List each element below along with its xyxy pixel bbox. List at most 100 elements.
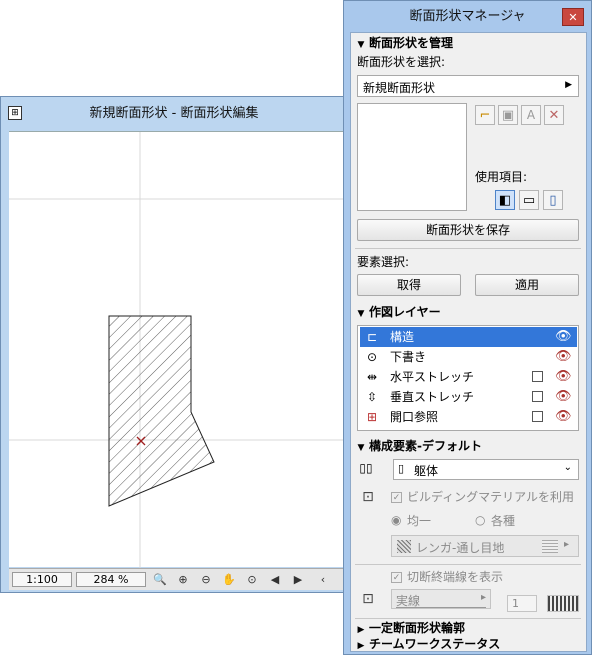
use-building-material-checkbox[interactable]: ✓: [391, 492, 402, 503]
delete-profile-icon[interactable]: ✕: [544, 105, 564, 125]
constant-profile-section-title: 一定断面形状輪郭: [369, 621, 466, 635]
use-building-material-label: ビルディングマテリアルを利用: [407, 490, 575, 504]
new-profile-icon[interactable]: ⌐: [475, 105, 495, 125]
component-type-value: 躯体: [414, 464, 439, 478]
draft-icon: ⊙: [366, 350, 378, 364]
previous-zoom-icon[interactable]: ◀: [265, 571, 285, 588]
eye-icon[interactable]: 👁: [555, 407, 572, 427]
wall-usage-icon[interactable]: ◧: [495, 190, 515, 210]
profile-manager-palette: 断面形状マネージャ ✕ ▼ 断面形状を管理 断面形状を選択: 新規断面形状 ▶ ⌐…: [343, 0, 592, 655]
horizontal-stretch-icon: ⇹: [366, 370, 378, 384]
divider: [355, 248, 581, 249]
beam-usage-icon[interactable]: ▭: [519, 190, 539, 210]
collapse-triangle-icon: ▼: [357, 443, 365, 453]
fit-in-window-icon[interactable]: ⊙: [242, 571, 262, 588]
layer-checkbox[interactable]: [532, 371, 543, 382]
layer-checkbox[interactable]: [532, 391, 543, 402]
expand-triangle-icon: ▶: [357, 641, 365, 651]
manage-section-header[interactable]: ▼ 断面形状を管理: [353, 34, 583, 52]
show-cut-lines-label: 切断終端線を表示: [407, 570, 504, 584]
profile-drawing: [9, 132, 346, 568]
duplicate-profile-icon[interactable]: ▣: [498, 105, 518, 125]
radio-various[interactable]: ○: [475, 513, 485, 527]
eye-icon[interactable]: 👁: [555, 387, 572, 407]
line-type-selector[interactable]: 実線 ▸: [391, 589, 491, 609]
eye-icon[interactable]: 👁: [555, 367, 572, 387]
save-profile-button[interactable]: 断面形状を保存: [357, 219, 579, 241]
scroll-left-icon[interactable]: ‹: [313, 571, 333, 588]
zoom-out-icon[interactable]: ⊖: [196, 571, 216, 588]
selected-profile-value: 新規断面形状: [363, 81, 436, 95]
editor-status-bar: 1:100 284 % 🔍 ⊕ ⊖ ✋ ⊙ ◀ ▶ ‹: [9, 568, 346, 590]
layer-name: 水平ストレッチ: [390, 370, 475, 384]
structure-icon: ⊏: [366, 330, 378, 344]
layer-row-vertical-stretch[interactable]: ⇳ 垂直ストレッチ 👁: [360, 387, 577, 407]
get-button[interactable]: 取得: [357, 274, 461, 296]
radio-various-label: 各種: [491, 514, 516, 528]
layer-row-structure[interactable]: ⊏ 構造 👁: [360, 327, 577, 347]
element-select-label: 要素選択:: [357, 255, 410, 269]
material-selector[interactable]: レンガ-通し目地 ▸: [391, 535, 579, 557]
zoom-display[interactable]: 284 %: [76, 572, 146, 587]
layers-section-header[interactable]: ▼ 作図レイヤー: [353, 303, 583, 321]
layer-row-horizontal-stretch[interactable]: ⇹ 水平ストレッチ 👁: [360, 367, 577, 387]
teamwork-section-header[interactable]: ▶ チームワークステータス: [353, 635, 583, 653]
divider: [355, 564, 581, 565]
eye-icon[interactable]: 👁: [555, 327, 572, 347]
select-profile-label: 断面形状を選択:: [357, 55, 446, 69]
next-zoom-icon[interactable]: ▶: [288, 571, 308, 588]
radio-uniform-label: 均一: [407, 514, 432, 528]
drawing-canvas[interactable]: [9, 131, 346, 568]
layer-row-draft[interactable]: ⊙ 下書き 👁: [360, 347, 577, 367]
layer-name: 構造: [390, 330, 415, 344]
material-hatch-icon: [542, 540, 558, 553]
material-menu-icon: ▸: [564, 539, 570, 550]
zoom-fit-icon[interactable]: 🔍: [150, 571, 170, 588]
palette-title: 断面形状マネージャ: [409, 9, 526, 24]
line-pen-icon: ⊡: [362, 591, 374, 607]
usage-label: 使用項目:: [475, 170, 528, 184]
column-usage-icon[interactable]: ▯: [543, 190, 563, 210]
component-type-select[interactable]: ▯ 躯体 ⌄: [393, 459, 579, 480]
material-pattern-icon: [397, 540, 411, 553]
line-type-menu-icon: ▸: [480, 592, 486, 603]
pan-hand-icon[interactable]: ✋: [219, 571, 239, 588]
palette-body: ▼ 断面形状を管理 断面形状を選択: 新規断面形状 ▶ ⌐ ▣ A ✕ 使用項目:…: [350, 32, 587, 652]
pen-number-field[interactable]: 1: [507, 595, 537, 612]
collapse-triangle-icon: ▼: [357, 309, 365, 319]
editor-title: 新規断面形状 - 断面形状編集: [89, 106, 259, 121]
profile-selector[interactable]: 新規断面形状 ▶: [357, 75, 579, 97]
material-value: レンガ-通し目地: [416, 541, 505, 555]
pen-color-swatch[interactable]: [547, 595, 579, 612]
profile-editor-window: ⊞ 新規断面形状 - 断面形状編集 1:100 284 % 🔍 ⊕ ⊖ ✋ ⊙ …: [0, 96, 346, 593]
profile-preview: [357, 103, 467, 211]
component-icon: ▯: [398, 462, 405, 475]
eye-icon[interactable]: 👁: [555, 347, 572, 367]
manage-section-title: 断面形状を管理: [369, 36, 454, 50]
defaults-section-header[interactable]: ▼ 構成要素-デフォルト: [353, 437, 583, 455]
layer-name: 下書き: [390, 350, 427, 364]
apply-button[interactable]: 適用: [475, 274, 579, 296]
scale-display[interactable]: 1:100: [12, 572, 72, 587]
building-material-icon: ⊡: [362, 489, 374, 505]
layer-checkbox[interactable]: [532, 411, 543, 422]
layer-row-opening-reference[interactable]: ⊞ 開口参照 👁: [360, 407, 577, 427]
layer-name: 開口参照: [390, 410, 439, 424]
close-button[interactable]: ✕: [562, 8, 584, 26]
rename-profile-icon[interactable]: A: [521, 105, 541, 125]
zoom-in-icon[interactable]: ⊕: [173, 571, 193, 588]
solid-line-sample: [396, 607, 486, 608]
vertical-stretch-icon: ⇳: [366, 390, 378, 404]
profile-shape: [108, 315, 215, 507]
layers-section-title: 作図レイヤー: [369, 305, 441, 319]
opening-reference-icon: ⊞: [366, 410, 378, 424]
teamwork-section-title: チームワークステータス: [369, 637, 501, 651]
component-type-icon: ▯▯: [359, 461, 373, 475]
collapse-triangle-icon: ▼: [357, 40, 365, 50]
layer-list: ⊏ 構造 👁 ⊙ 下書き 👁 ⇹ 水平ストレッチ 👁 ⇳ 垂直ストレッチ 👁 ⊞…: [357, 325, 579, 431]
defaults-section-title: 構成要素-デフォルト: [369, 439, 482, 453]
chevron-right-icon: ▶: [565, 80, 572, 90]
show-cut-lines-checkbox[interactable]: ✓: [391, 572, 402, 583]
layer-name: 垂直ストレッチ: [390, 390, 475, 404]
radio-uniform[interactable]: ◉: [391, 513, 401, 527]
